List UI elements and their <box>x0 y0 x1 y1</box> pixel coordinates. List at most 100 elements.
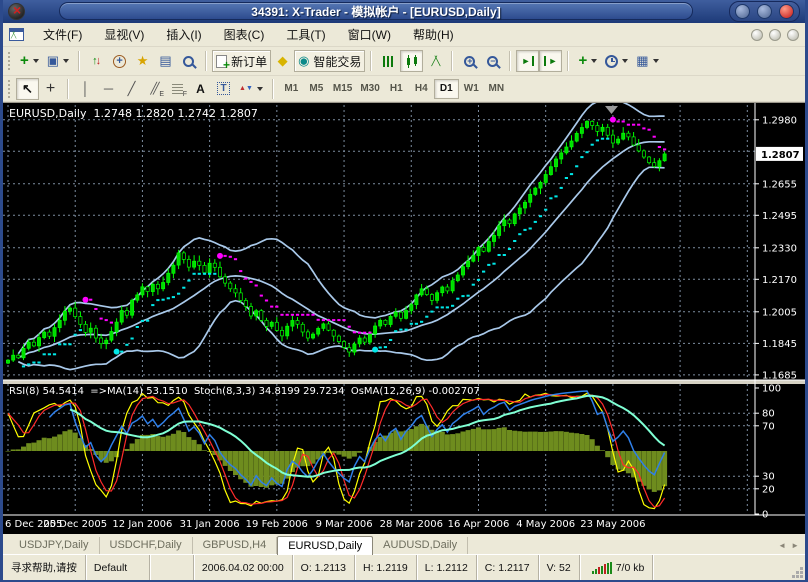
indicators-button[interactable] <box>574 50 601 72</box>
child-close-button[interactable] <box>787 29 799 41</box>
chart-tabs: USDJPY,DailyUSDCHF,DailyGBPUSD,H4EURUSD,… <box>9 535 468 554</box>
svg-text:28 Mar 2006: 28 Mar 2006 <box>380 519 443 530</box>
svg-text:16 Apr 2006: 16 Apr 2006 <box>448 519 510 530</box>
line-chart-button[interactable] <box>423 50 446 72</box>
trendline-button[interactable] <box>120 78 143 100</box>
cursor-button[interactable] <box>16 78 39 100</box>
templates-button[interactable] <box>632 50 662 72</box>
timeframe-button-d1[interactable]: D1 <box>434 79 459 99</box>
text-button[interactable] <box>189 78 212 100</box>
bar-chart-button[interactable] <box>377 50 400 72</box>
menu-item-help[interactable]: 帮助(H) <box>402 23 465 46</box>
timeframe-button-m1[interactable]: M1 <box>279 79 304 99</box>
zoom-out-button[interactable]: − <box>481 50 504 72</box>
terminal-icon <box>159 53 171 69</box>
close-button[interactable] <box>779 4 794 19</box>
svg-text:20: 20 <box>762 484 775 495</box>
timeframe-button-m15[interactable]: M15 <box>329 79 356 99</box>
new-chart-button[interactable] <box>16 50 43 72</box>
crosshair-button[interactable] <box>39 78 62 100</box>
new-order-button[interactable]: 新订单 <box>212 50 271 72</box>
status-template: Default <box>86 555 150 580</box>
dropdown-arrow-icon <box>591 59 597 63</box>
tab-scroll-left-icon[interactable]: ◄ <box>778 541 786 550</box>
dropdown-arrow-icon <box>33 59 39 63</box>
new-order-icon <box>216 55 227 68</box>
resize-grip[interactable] <box>789 564 805 580</box>
timeframe-button-h1[interactable]: H1 <box>384 79 409 99</box>
tab-usdchf-daily[interactable]: USDCHF,Daily <box>100 537 193 554</box>
market-watch-button[interactable] <box>85 50 108 72</box>
candlestick-chart-button[interactable] <box>400 50 423 72</box>
timeframe-button-m30[interactable]: M30 <box>356 79 383 99</box>
fibonacci-icon <box>172 84 183 94</box>
menu-item-charts[interactable]: 图表(C) <box>213 23 276 46</box>
window-controls <box>729 1 800 22</box>
text-icon <box>196 82 205 96</box>
vertical-line-button[interactable] <box>74 78 97 100</box>
tab-scroll-right-icon[interactable]: ► <box>791 541 799 550</box>
menu-item-tools[interactable]: 工具(T) <box>275 23 336 46</box>
data-window-button[interactable] <box>108 50 131 72</box>
chart-canvas[interactable]: 1.29801.26551.24951.23301.21701.20051.18… <box>3 103 805 534</box>
navigator-icon <box>137 53 149 69</box>
tab-eurusd-daily[interactable]: EURUSD,Daily <box>277 536 373 555</box>
text-label-icon <box>217 82 229 95</box>
chart-shift-button[interactable] <box>539 50 562 72</box>
toolbar-grip[interactable] <box>8 52 12 70</box>
minimize-button[interactable] <box>735 4 750 19</box>
timeframe-button-m5[interactable]: M5 <box>304 79 329 99</box>
auto-scroll-icon <box>521 56 534 66</box>
dropdown-arrow-icon <box>622 59 628 63</box>
fibonacci-button[interactable] <box>166 78 189 100</box>
tab-gbpusd-h4[interactable]: GBPUSD,H4 <box>193 537 278 554</box>
child-minimize-button[interactable] <box>751 29 763 41</box>
text-label-button[interactable] <box>212 78 235 100</box>
timeframe-button-mn[interactable]: MN <box>484 79 509 99</box>
child-restore-button[interactable] <box>769 29 781 41</box>
ohlc-values: 1.2748 1.2820 1.2742 1.2807 <box>93 107 257 120</box>
standard-toolbar: 新订单 智能交易 + − <box>3 47 805 76</box>
zoom-in-button[interactable]: + <box>458 50 481 72</box>
chart-window-icon[interactable] <box>9 28 24 41</box>
status-spacer <box>150 555 194 580</box>
timeframe-button-w1[interactable]: W1 <box>459 79 484 99</box>
symbol-label: EURUSD,Daily <box>9 107 86 120</box>
arrows-button[interactable] <box>235 78 267 100</box>
menu-item-file[interactable]: 文件(F) <box>32 23 93 46</box>
child-window-controls <box>751 29 799 41</box>
navigator-button[interactable] <box>131 50 154 72</box>
tab-audusd-daily[interactable]: AUDUSD,Daily <box>373 537 468 554</box>
tab-scroll-arrows: ◄ ► <box>778 541 799 554</box>
title-bar[interactable]: 34391: X-Trader - 模拟帐户 - [EURUSD,Daily] <box>3 0 805 23</box>
chart-profiles-button[interactable] <box>43 50 73 72</box>
svg-text:12 Jan 2006: 12 Jan 2006 <box>112 519 172 530</box>
dropdown-arrow-icon <box>63 59 69 63</box>
metaeditor-button[interactable] <box>271 50 294 72</box>
maximize-button[interactable] <box>757 4 772 19</box>
tab-usdjpy-daily[interactable]: USDJPY,Daily <box>9 537 100 554</box>
menu-item-window[interactable]: 窗口(W) <box>337 23 402 46</box>
expert-advisor-label: 智能交易 <box>313 53 361 70</box>
chart-window: 1.29801.26551.24951.23301.21701.20051.18… <box>3 102 805 533</box>
timeframe-button-h4[interactable]: H4 <box>409 79 434 99</box>
app-logo-icon <box>8 3 25 20</box>
horizontal-line-button[interactable] <box>97 78 120 100</box>
strategy-tester-button[interactable] <box>177 50 200 72</box>
toolbar-separator <box>67 79 69 99</box>
menu-item-view[interactable]: 显视(V) <box>93 23 155 46</box>
vertical-line-icon <box>81 81 89 96</box>
trendline-icon <box>128 81 136 97</box>
terminal-button[interactable] <box>154 50 177 72</box>
expert-advisor-button[interactable]: 智能交易 <box>294 50 365 72</box>
menu-item-insert[interactable]: 插入(I) <box>155 23 212 46</box>
status-connection: 7/0 kb <box>580 555 654 580</box>
equidistant-channel-button[interactable] <box>143 78 166 100</box>
clock-icon <box>605 55 618 68</box>
profiles-icon <box>47 53 59 69</box>
indicator-values-label: RSI(8) 54.5414 =>MA(14) 53.1510 Stoch(8,… <box>9 386 480 397</box>
auto-scroll-button[interactable] <box>516 50 539 72</box>
zoom-out-icon: − <box>487 56 498 67</box>
toolbar-grip[interactable] <box>8 80 12 98</box>
periods-button[interactable] <box>601 50 632 72</box>
